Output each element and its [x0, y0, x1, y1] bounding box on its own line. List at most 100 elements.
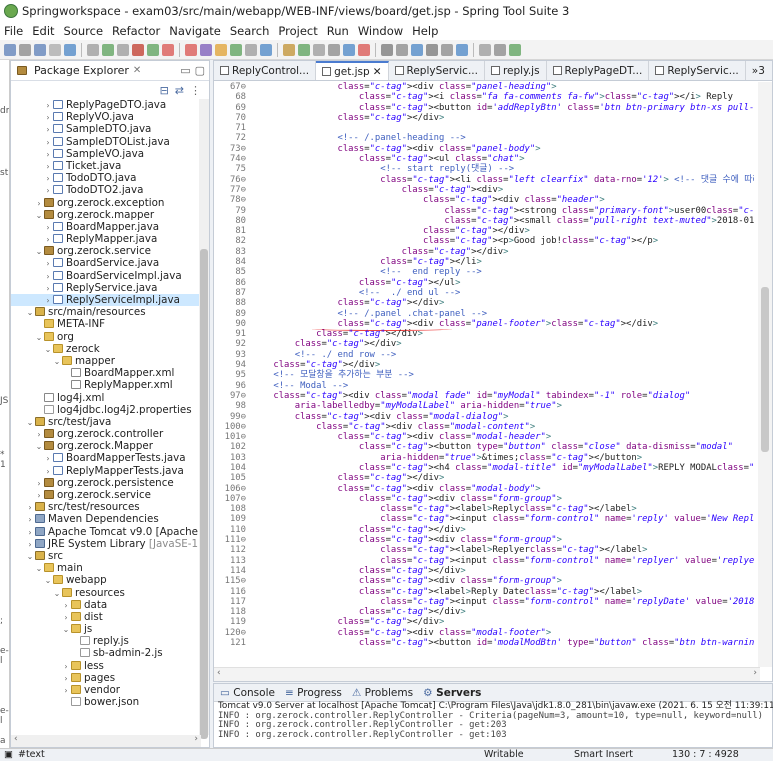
menu-item-edit[interactable]: Edit — [32, 24, 54, 38]
close-icon[interactable]: ✕ — [133, 65, 141, 76]
toolbar-button-icon[interactable] — [343, 43, 355, 56]
tree-item[interactable]: › data — [11, 599, 201, 611]
tree-item[interactable]: ⌄ zerock — [11, 343, 201, 355]
menu-item-project[interactable]: Project — [278, 24, 317, 38]
tab-reply-js[interactable]: reply.js — [485, 61, 547, 80]
toolbar-button-icon[interactable] — [381, 43, 393, 56]
tree-item[interactable]: ⌄ js — [11, 623, 201, 635]
view-menu-icon[interactable]: ⋮ — [190, 84, 201, 97]
tree-item[interactable]: › SampleVO.java — [11, 148, 201, 160]
tab-get-jsp[interactable]: get.jsp ✕ — [316, 61, 389, 80]
tab-replypagedt---[interactable]: ReplyPageDT... — [547, 61, 650, 80]
toolbar-button-icon[interactable] — [4, 43, 16, 56]
tree-item[interactable]: ⌄ resources — [11, 587, 201, 599]
toolbar-button-icon[interactable] — [132, 43, 144, 56]
tree-item[interactable]: ⌄ src — [11, 550, 201, 562]
package-explorer-title[interactable]: Package Explorer — [34, 64, 129, 77]
tree-item[interactable]: › less — [11, 660, 201, 672]
menu-item-source[interactable]: Source — [64, 24, 104, 38]
toolbar-button-icon[interactable] — [147, 43, 159, 56]
toolbar-button-icon[interactable] — [19, 43, 31, 56]
tree-item[interactable]: › BoardMapperTests.java — [11, 452, 201, 464]
toolbar-button-icon[interactable] — [298, 43, 310, 56]
toolbar-button-icon[interactable] — [215, 43, 227, 56]
toolbar-button-icon[interactable] — [494, 43, 506, 56]
tree-item[interactable]: ⌄ main — [11, 562, 201, 574]
tree-item[interactable]: log4jdbc.log4j2.properties — [11, 404, 201, 416]
tree-item[interactable]: BoardMapper.xml — [11, 367, 201, 379]
toolbar-button-icon[interactable] — [162, 43, 174, 56]
toolbar-button-icon[interactable] — [200, 43, 212, 56]
tree-item[interactable]: › ReplyMapper.java — [11, 233, 201, 245]
tree-item[interactable]: ⌄ org — [11, 331, 201, 343]
tree-item[interactable]: › SampleDTO.java — [11, 123, 201, 135]
tree-item[interactable]: ⌄ mapper — [11, 355, 201, 367]
toolbar-button-icon[interactable] — [34, 43, 46, 56]
tree-item[interactable]: › ReplyMapperTests.java — [11, 465, 201, 477]
tree-item[interactable]: reply.js — [11, 635, 201, 647]
tree-item[interactable]: › org.zerock.service — [11, 489, 201, 501]
tree-vertical-scrollbar[interactable] — [199, 99, 209, 739]
menu-item-refactor[interactable]: Refactor — [112, 24, 160, 38]
tab-console[interactable]: ▭ Console — [220, 687, 275, 699]
toolbar-button-icon[interactable] — [117, 43, 129, 56]
tree-item[interactable]: ⌄ src/main/resources — [11, 306, 201, 318]
menu-item-navigate[interactable]: Navigate — [169, 24, 221, 38]
tree-item[interactable]: › Ticket.java — [11, 160, 201, 172]
toolbar-button-icon[interactable] — [396, 43, 408, 56]
code-editor[interactable]: 67⊖ class="c-tag"><div class="panel-head… — [214, 82, 754, 667]
link-with-editor-icon[interactable]: ⇄ — [175, 84, 184, 97]
menu-item-window[interactable]: Window — [358, 24, 403, 38]
tree-item[interactable]: › org.zerock.persistence — [11, 477, 201, 489]
minimize-icon[interactable]: ▭ — [180, 64, 190, 77]
menu-item-run[interactable]: Run — [327, 24, 349, 38]
tree-item[interactable]: ⌄ src/test/java — [11, 416, 201, 428]
tree-item[interactable]: › ReplyService.java — [11, 282, 201, 294]
tree-item[interactable]: › BoardService.java — [11, 257, 201, 269]
tree-item[interactable]: › BoardServiceImpl.java — [11, 270, 201, 282]
toolbar-button-icon[interactable] — [49, 43, 61, 56]
tree-item[interactable]: ›JRE System Library [JavaSE-1.8] — [11, 538, 201, 550]
tree-item[interactable]: › Maven Dependencies — [11, 513, 201, 525]
tree-item[interactable]: ›Apache Tomcat v9.0 [Apache Tomca — [11, 526, 201, 538]
tab-progress[interactable]: ≡ Progress — [285, 687, 342, 699]
menu-item-help[interactable]: Help — [412, 24, 438, 38]
toolbar-button-icon[interactable] — [283, 43, 295, 56]
tree-item[interactable]: › ReplyServiceImpl.java — [11, 294, 201, 307]
tree-item[interactable]: ReplyMapper.xml — [11, 379, 201, 391]
toolbar-button-icon[interactable] — [313, 43, 325, 56]
tree-item[interactable]: log4j.xml — [11, 392, 201, 404]
tab-replyservic---[interactable]: ReplyServic... — [389, 61, 485, 80]
tab-servers[interactable]: ⚙ Servers — [423, 687, 481, 699]
toolbar-button-icon[interactable] — [64, 43, 76, 56]
tree-item[interactable]: sb-admin-2.js — [11, 647, 201, 659]
toolbar-button-icon[interactable] — [509, 43, 521, 56]
toolbar-button-icon[interactable] — [456, 43, 468, 56]
tree-item[interactable]: › TodoDTO2.java — [11, 184, 201, 196]
toolbar-button-icon[interactable] — [358, 43, 370, 56]
toolbar-button-icon[interactable] — [245, 43, 257, 56]
toolbar-button-icon[interactable] — [441, 43, 453, 56]
tree-item[interactable]: › pages — [11, 672, 201, 684]
tree-item[interactable]: bower.json — [11, 696, 201, 708]
tab-replycontrol---[interactable]: ReplyControl... — [214, 61, 317, 80]
status-insert-mode[interactable]: Smart Insert — [574, 749, 633, 761]
toolbar-button-icon[interactable] — [87, 43, 99, 56]
editor-horizontal-scrollbar[interactable]: ‹ › — [214, 667, 760, 681]
toolbar-button-icon[interactable] — [479, 43, 491, 56]
toolbar-button-icon[interactable] — [185, 43, 197, 56]
tab-replyservic---[interactable]: ReplyServic... — [649, 61, 746, 80]
editor-vertical-scrollbar[interactable] — [758, 82, 772, 667]
tree-item[interactable]: ⌄ webapp — [11, 574, 201, 586]
tab-problems[interactable]: ⚠ Problems — [352, 687, 413, 699]
tree-item[interactable]: › vendor — [11, 684, 201, 696]
tree-item[interactable]: › src/test/resources — [11, 501, 201, 513]
toolbar-button-icon[interactable] — [328, 43, 340, 56]
toolbar-button-icon[interactable] — [230, 43, 242, 56]
tree-item[interactable]: › TodoDTO.java — [11, 172, 201, 184]
scroll-thumb[interactable] — [200, 249, 208, 739]
toolbar-button-icon[interactable] — [102, 43, 114, 56]
toolbar-button-icon[interactable] — [260, 43, 272, 56]
tree-item[interactable]: › BoardMapper.java — [11, 221, 201, 233]
tab-overflow[interactable]: »3 — [746, 61, 771, 80]
